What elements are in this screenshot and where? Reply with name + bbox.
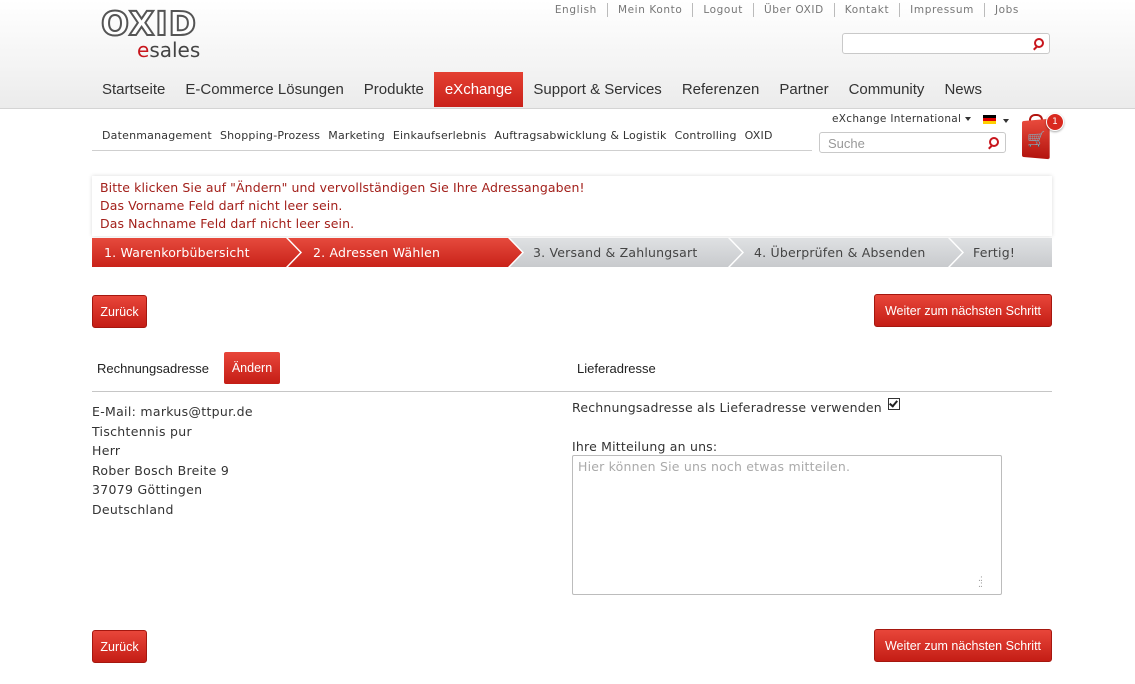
oxid-esales-logo[interactable]: OXID esales [100, 4, 227, 62]
logo-wordmark: OXID [100, 4, 197, 43]
main-nav: Startseite E-Commerce Lösungen Produkte … [92, 72, 992, 107]
chevron-down-icon [965, 117, 972, 121]
step-warenkorbuebersicht[interactable]: 1. Warenkorbübersicht [92, 238, 300, 267]
meta-links: English Mein Konto Logout Über OXID Kont… [545, 3, 1019, 17]
meta-link-ueber-oxid[interactable]: Über OXID [752, 3, 834, 17]
billing-address-heading: Rechnungsadresse [97, 361, 210, 376]
step-ueberpruefen-absenden: 4. Überprüfen & Absenden [730, 238, 962, 267]
category-controlling[interactable]: Controlling [671, 129, 741, 142]
use-billing-label: Rechnungsadresse als Lieferadresse verwe… [572, 400, 882, 415]
site-search [842, 33, 1050, 56]
category-shopping-prozess[interactable]: Shopping-Prozess [216, 129, 324, 142]
billing-city: 37079 Göttingen [92, 482, 203, 498]
meta-link-mein-konto[interactable]: Mein Konto [606, 3, 692, 17]
error-messages: Bitte klicken Sie auf "Ändern" und vervo… [92, 176, 1052, 236]
de-flag-icon[interactable] [983, 115, 996, 124]
nav-item-startseite[interactable]: Startseite [92, 72, 175, 107]
shipping-address-heading: Lieferadresse [577, 361, 656, 376]
next-step-button-bottom[interactable]: Weiter zum nächsten Schritt [874, 629, 1052, 662]
billing-email: E-Mail: markus@ttpur.de [92, 404, 253, 419]
category-marketing[interactable]: Marketing [324, 129, 389, 142]
meta-link-kontakt[interactable]: Kontakt [833, 3, 899, 17]
nav-item-produkte[interactable]: Produkte [354, 72, 434, 107]
shop-search-input[interactable] [826, 134, 988, 153]
nav-item-community[interactable]: Community [839, 72, 935, 107]
search-icon[interactable] [987, 136, 1001, 150]
divider [92, 391, 1052, 392]
category-datenmanagement[interactable]: Datenmanagement [92, 129, 216, 142]
nav-item-referenzen[interactable]: Referenzen [672, 72, 770, 107]
search-icon[interactable] [1032, 37, 1046, 51]
use-billing-checkbox[interactable] [887, 397, 900, 410]
next-step-button[interactable]: Weiter zum nächsten Schritt [874, 294, 1052, 327]
checkout-steps: 1. Warenkorbübersicht 2. Adressen Wählen… [92, 238, 1052, 267]
meta-link-jobs[interactable]: Jobs [983, 3, 1019, 17]
resize-grip-icon[interactable]: .:.: [978, 575, 990, 590]
message-label: Ihre Mitteilung an uns: [572, 439, 718, 454]
nav-item-partner[interactable]: Partner [769, 72, 838, 107]
category-nav: Datenmanagement Shopping-Prozess Marketi… [92, 121, 812, 151]
category-auftragsabwicklung-logistik[interactable]: Auftragsabwicklung & Logistik [490, 129, 670, 142]
shop-search [819, 132, 1006, 153]
category-einkaufserlebnis[interactable]: Einkaufserlebnis [389, 129, 491, 142]
back-button[interactable]: Zurück [92, 295, 147, 328]
nav-item-support-services[interactable]: Support & Services [523, 72, 671, 107]
nav-item-news[interactable]: News [934, 72, 992, 107]
billing-salutation: Herr [92, 443, 121, 459]
step-adressen-waehlen: 2. Adressen Wählen [288, 238, 522, 267]
cart-icon: 🛒 [1027, 130, 1046, 148]
site-search-input[interactable] [847, 36, 1031, 56]
cart-count-badge: 1 [1046, 113, 1064, 131]
error-message: Bitte klicken Sie auf "Ändern" und vervo… [100, 180, 585, 195]
chevron-down-icon[interactable] [1003, 119, 1009, 123]
billing-country: Deutschland [92, 501, 174, 517]
cart-button[interactable]: 🛒 1 [1019, 112, 1064, 162]
change-address-button[interactable]: Ändern [224, 352, 280, 384]
billing-address: E-Mail: markus@ttpur.de Tischtennis pur … [92, 402, 253, 520]
back-button-bottom[interactable]: Zurück [92, 630, 147, 663]
meta-link-logout[interactable]: Logout [692, 3, 753, 17]
nav-item-e-commerce-loesungen[interactable]: E-Commerce Lösungen [175, 72, 353, 107]
category-oxid[interactable]: OXID [741, 129, 777, 142]
billing-company: Tischtennis pur [92, 423, 192, 439]
error-message: Das Nachname Feld darf nicht leer sein. [100, 216, 355, 231]
error-message: Das Vorname Feld darf nicht leer sein. [100, 198, 343, 213]
region-label: eXchange International [832, 113, 962, 125]
region-dropdown[interactable]: eXchange International [832, 113, 972, 125]
use-billing-as-shipping: Rechnungsadresse als Lieferadresse verwe… [572, 397, 900, 415]
step-versand-zahlungsart: 3. Versand & Zahlungsart [510, 238, 742, 267]
nav-item-exchange[interactable]: eXchange [433, 72, 524, 107]
meta-link-english[interactable]: English [545, 3, 607, 17]
step-fertig: Fertig! [950, 238, 1052, 267]
billing-street: Rober Bosch Breite 9 [92, 462, 230, 478]
site-header: OXID esales English Mein Konto Logout Üb… [0, 0, 1135, 109]
logo-subtitle: esales [137, 38, 201, 62]
message-textarea[interactable] [572, 455, 1002, 595]
meta-link-impressum[interactable]: Impressum [899, 3, 984, 17]
